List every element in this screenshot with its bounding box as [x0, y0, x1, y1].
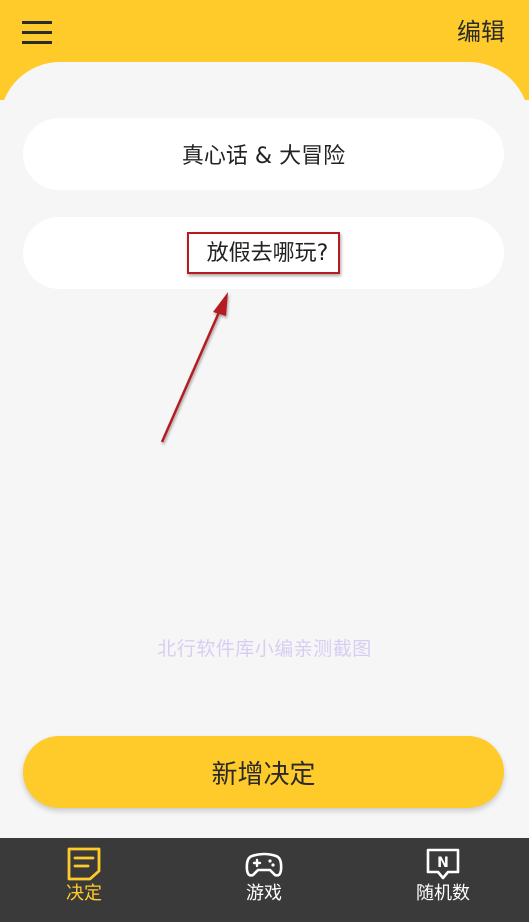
random-number-icon: N — [426, 848, 460, 880]
list-item[interactable]: 放假去哪玩? — [23, 217, 504, 289]
menu-icon[interactable] — [18, 16, 58, 50]
add-decision-button[interactable]: 新增决定 — [23, 736, 504, 808]
svg-text:N: N — [437, 855, 449, 871]
gamepad-icon — [245, 852, 283, 877]
list-item[interactable]: 真心话 & 大冒险 — [23, 118, 504, 190]
tab-label: 随机数 — [416, 883, 470, 904]
tab-games[interactable]: 游戏 — [204, 838, 324, 922]
bottom-tab-bar: 决定 游戏 N 随机数 — [0, 838, 529, 922]
tab-label: 决定 — [66, 883, 102, 904]
tab-label: 游戏 — [246, 883, 282, 904]
list-item-label: 放假去哪玩? — [186, 232, 341, 274]
list-item-label: 真心话 & 大冒险 — [181, 144, 346, 169]
tab-random-number[interactable]: N 随机数 — [383, 838, 503, 922]
edit-button[interactable]: 编辑 — [457, 14, 505, 50]
watermark-text: 北行软件库小编亲测截图 — [157, 638, 372, 660]
tab-decision[interactable]: 决定 — [24, 838, 144, 922]
decision-icon — [67, 847, 101, 881]
